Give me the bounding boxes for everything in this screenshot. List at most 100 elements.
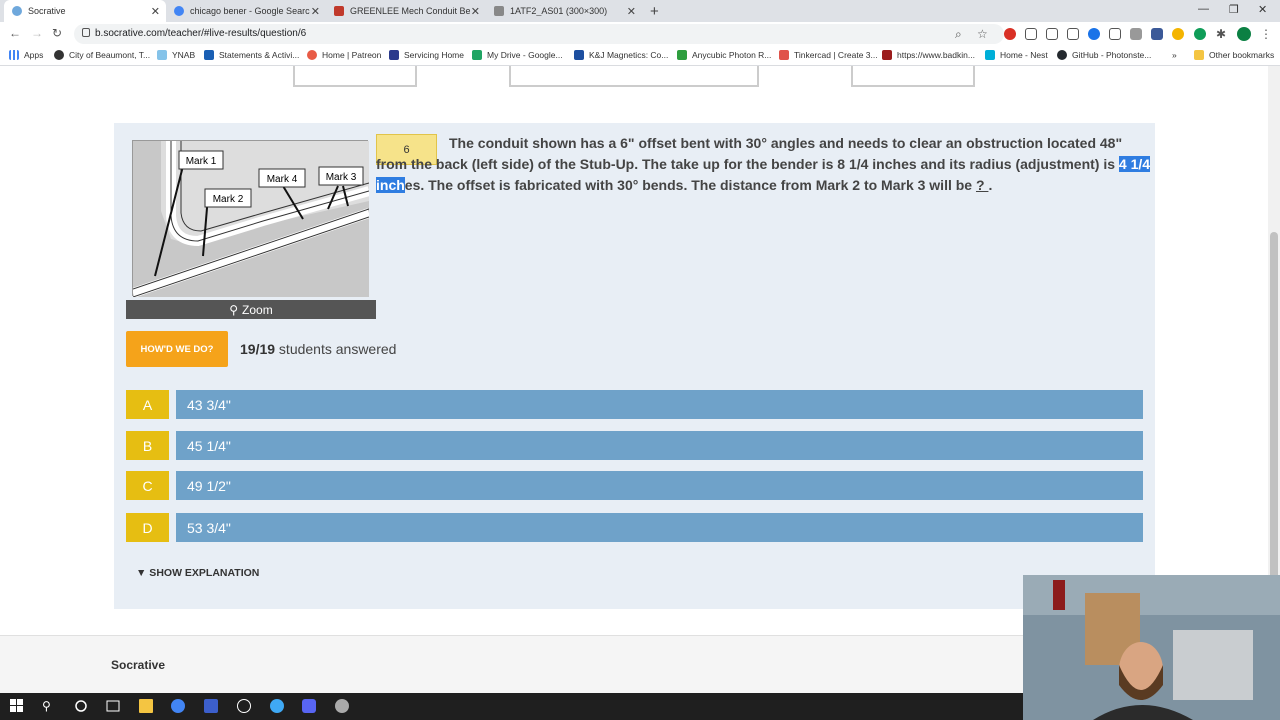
tab-image[interactable]: 1ATF2_AS01 (300×300) ✕	[486, 0, 642, 22]
bookmark-favicon-icon	[472, 50, 482, 60]
howd-we-do-button[interactable]: HOW'D WE DO?	[126, 331, 228, 367]
bookmark-item[interactable]: GitHub - Photonste...	[1057, 50, 1151, 60]
url-text[interactable]: b.socrative.com/teacher/#live-results/qu…	[95, 28, 306, 39]
app-icon[interactable]	[204, 699, 218, 713]
question-text: The conduit shown has a 6" offset bent w…	[376, 135, 1151, 193]
tab-strip: Socrative ✕ chicago bener - Google Searc…	[0, 0, 1280, 22]
bookmark-item[interactable]: Home - Nest	[985, 50, 1048, 60]
extension-icon[interactable]	[1088, 28, 1100, 40]
bookmark-favicon-icon	[389, 50, 399, 60]
answer-blank: ?	[975, 177, 989, 193]
zoom-button[interactable]: ⚲ Zoom	[126, 300, 376, 319]
mark3-label: Mark 3	[326, 172, 357, 183]
google-favicon-icon	[174, 6, 184, 16]
tab-google-search[interactable]: chicago bener - Google Search ✕	[166, 0, 326, 22]
app-icon[interactable]	[237, 699, 251, 713]
close-tab-icon[interactable]: ✕	[627, 5, 636, 18]
extension-icon[interactable]	[1151, 28, 1163, 40]
zoom-icon[interactable]: ⌕	[955, 27, 962, 42]
bookmark-item[interactable]: K&J Magnetics: Co...	[574, 50, 668, 60]
students-answered: 19/19 students answered	[240, 341, 397, 357]
image-favicon-icon	[494, 6, 504, 16]
extension-icon[interactable]	[1025, 28, 1037, 40]
bookmark-favicon-icon	[677, 50, 687, 60]
bookmark-item[interactable]: My Drive - Google...	[472, 50, 563, 60]
app-icon[interactable]	[270, 699, 284, 713]
zoom-label: Zoom	[242, 302, 273, 317]
extension-icon[interactable]	[1067, 28, 1079, 40]
choice-d[interactable]: D 53 3/4"	[126, 513, 1143, 542]
greenlee-favicon-icon	[334, 6, 344, 16]
choice-text: 53 3/4"	[176, 513, 1143, 542]
mark1-label: Mark 1	[186, 156, 217, 167]
mark4-label: Mark 4	[267, 174, 298, 185]
bookmarks-overflow-button[interactable]: »	[1172, 50, 1177, 60]
extension-icon[interactable]	[1194, 28, 1206, 40]
bookmark-apps[interactable]: Apps	[9, 50, 43, 60]
scrollbar-thumb[interactable]	[1270, 232, 1278, 582]
task-view-icon[interactable]	[106, 699, 120, 713]
choice-text: 45 1/4"	[176, 431, 1143, 460]
choice-b[interactable]: B 45 1/4"	[126, 431, 1143, 460]
puzzle-icon[interactable]: ✱	[1216, 27, 1226, 41]
conduit-diagram-svg: Mark 1 Mark 2 Mark 4 Mark 3	[131, 141, 371, 298]
chrome-icon[interactable]	[171, 699, 185, 713]
back-icon[interactable]: ←	[9, 26, 21, 40]
conduit-diagram[interactable]: Mark 1 Mark 2 Mark 4 Mark 3	[131, 140, 371, 298]
bookmark-item[interactable]: City of Beaumont, T...	[54, 50, 150, 60]
choice-c[interactable]: C 49 1/2"	[126, 471, 1143, 500]
discord-icon[interactable]	[302, 699, 316, 713]
other-bookmarks[interactable]: Other bookmarks	[1194, 50, 1274, 60]
tab-greenlee[interactable]: GREENLEE Mech Conduit Bender ✕	[326, 0, 486, 22]
close-tab-icon[interactable]: ✕	[311, 5, 320, 18]
search-icon[interactable]: ⚲	[42, 699, 56, 713]
maximize-button[interactable]: ❐	[1229, 3, 1239, 16]
footer-brand: Socrative	[111, 658, 166, 672]
bookmark-item[interactable]: Servicing Home	[389, 50, 464, 60]
bookmark-favicon-icon	[574, 50, 584, 60]
choice-a[interactable]: A 43 3/4"	[126, 390, 1143, 419]
forward-icon[interactable]: →	[31, 26, 43, 40]
menu-icon[interactable]: ⋮	[1260, 27, 1272, 41]
webcam-image	[1023, 575, 1280, 720]
new-tab-button[interactable]: +	[650, 3, 659, 20]
cortana-icon[interactable]	[74, 699, 88, 713]
bookmark-item[interactable]: YNAB	[157, 50, 195, 60]
extension-icon[interactable]	[1109, 28, 1121, 40]
github-icon	[1057, 50, 1067, 60]
bookmark-favicon-icon	[882, 50, 892, 60]
bookmark-favicon-icon	[204, 50, 214, 60]
bookmark-item[interactable]: Statements & Activi...	[204, 50, 299, 60]
show-explanation-toggle[interactable]: ▼ SHOW EXPLANATION	[136, 567, 259, 579]
bookmark-item[interactable]: Tinkercad | Create 3...	[779, 50, 878, 60]
minimize-button[interactable]: —	[1198, 3, 1209, 15]
extension-icon[interactable]	[1172, 28, 1184, 40]
choice-letter: B	[126, 431, 169, 460]
apps-grid-icon	[9, 50, 19, 60]
top-box	[509, 66, 759, 87]
taskbar	[0, 693, 1023, 720]
reload-icon[interactable]: ↻	[52, 26, 62, 40]
profile-avatar[interactable]	[1237, 27, 1251, 41]
top-box	[293, 66, 417, 87]
close-tab-icon[interactable]: ✕	[471, 5, 480, 18]
app-icon[interactable]	[335, 699, 349, 713]
bookmark-item[interactable]: https://www.badkin...	[882, 50, 975, 60]
webcam-overlay	[1023, 575, 1280, 720]
extension-abp-icon[interactable]	[1004, 28, 1016, 40]
bookmark-star-icon[interactable]: ☆	[977, 27, 988, 41]
extension-icon[interactable]	[1130, 28, 1142, 40]
windows-start-icon[interactable]	[10, 699, 24, 713]
tab-socrative[interactable]: Socrative ✕	[4, 0, 166, 22]
bookmark-favicon-icon	[779, 50, 789, 60]
extension-icon[interactable]	[1046, 28, 1058, 40]
bookmark-item[interactable]: Anycubic Photon R...	[677, 50, 771, 60]
close-tab-icon[interactable]: ✕	[151, 5, 160, 18]
bookmark-item[interactable]: Home | Patreon	[307, 50, 381, 60]
lock-icon	[82, 28, 90, 37]
choice-text: 49 1/2"	[176, 471, 1143, 500]
file-explorer-icon[interactable]	[139, 699, 153, 713]
choice-letter: C	[126, 471, 169, 500]
close-window-button[interactable]: ✕	[1258, 3, 1267, 16]
choice-letter: D	[126, 513, 169, 542]
